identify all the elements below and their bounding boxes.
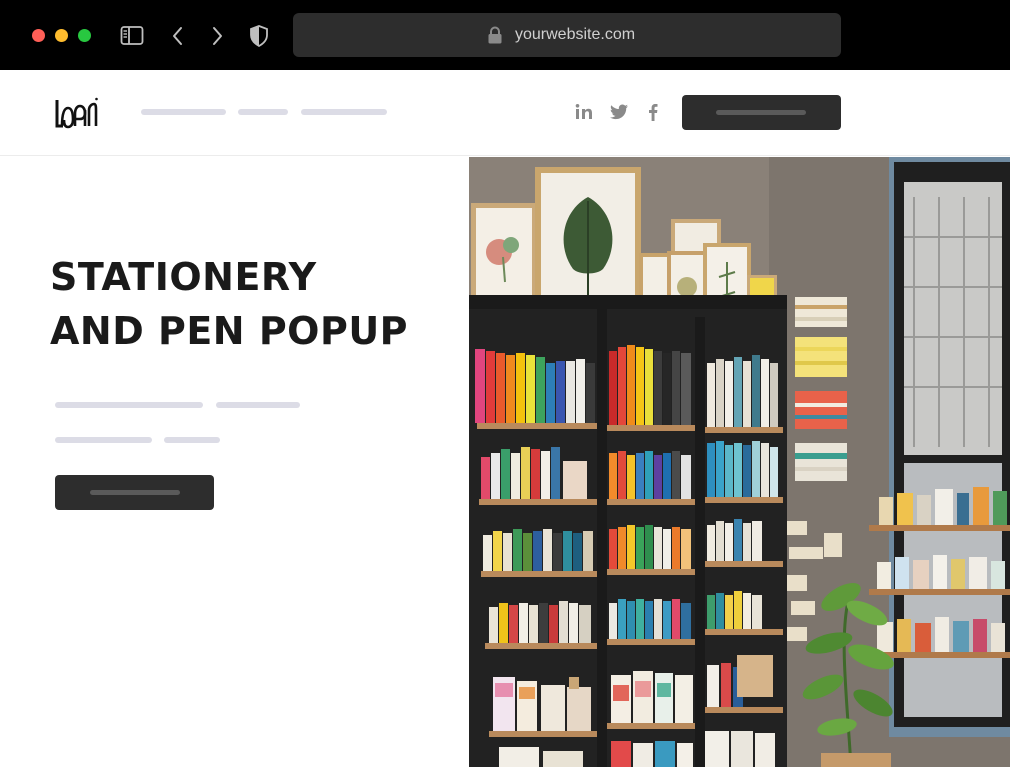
site-header	[0, 70, 1010, 156]
browser-chrome: yourwebsite.com	[0, 0, 1010, 70]
facebook-icon[interactable]	[643, 102, 663, 122]
hero-title-line-1: STATIONERY	[50, 255, 317, 299]
lock-icon	[487, 26, 503, 44]
back-icon[interactable]	[166, 24, 190, 48]
stationery-shop-photo	[469, 157, 1010, 767]
body-text-placeholder	[55, 437, 152, 443]
button-label-placeholder	[90, 490, 180, 495]
maximize-window-button[interactable]	[78, 29, 91, 42]
address-bar[interactable]: yourwebsite.com	[293, 13, 841, 57]
linkedin-icon[interactable]	[574, 102, 594, 122]
forward-icon[interactable]	[205, 24, 229, 48]
shield-icon[interactable]	[247, 24, 271, 48]
body-text-placeholder	[164, 437, 220, 443]
hero-title: STATIONERY AND PEN POPUP	[50, 250, 408, 358]
nav-link-2[interactable]	[238, 109, 288, 115]
logo[interactable]	[54, 96, 98, 130]
minimize-window-button[interactable]	[55, 29, 68, 42]
url-text: yourwebsite.com	[515, 26, 636, 43]
hero-cta-button[interactable]	[55, 475, 214, 510]
nav-link-3[interactable]	[301, 109, 387, 115]
header-cta-button[interactable]	[682, 95, 841, 130]
body-text-placeholder	[216, 402, 300, 408]
hero-title-line-2: AND PEN POPUP	[50, 309, 409, 353]
close-window-button[interactable]	[32, 29, 45, 42]
nav-link-1[interactable]	[141, 109, 226, 115]
sidebar-icon[interactable]	[120, 24, 144, 48]
body-text-placeholder	[55, 402, 203, 408]
button-label-placeholder	[716, 110, 806, 115]
twitter-icon[interactable]	[609, 102, 629, 122]
